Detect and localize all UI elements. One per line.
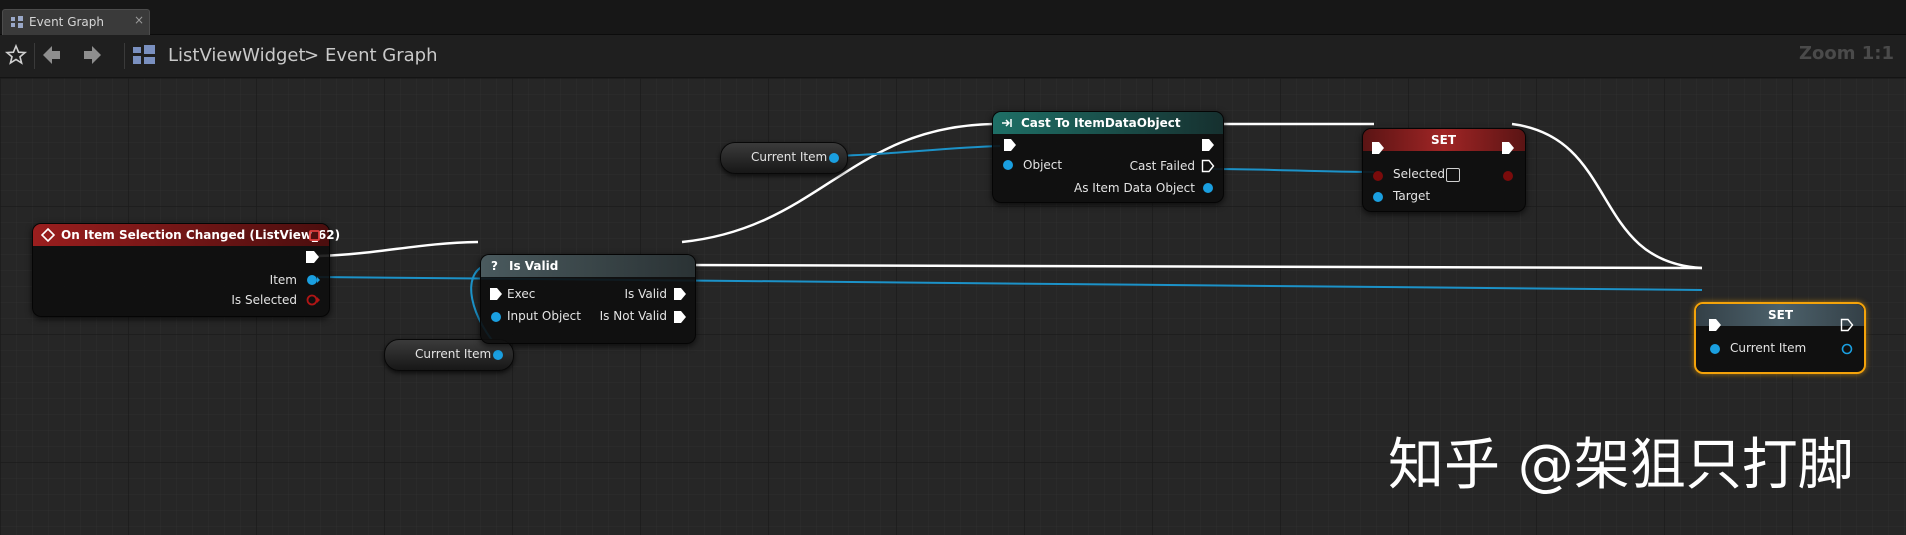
object-pin[interactable] <box>827 151 841 165</box>
exec-in-pin[interactable] <box>1708 318 1722 332</box>
tab-label: Event Graph <box>29 15 104 29</box>
exec-out-pin[interactable] <box>1501 141 1515 155</box>
graph-toolbar: ListViewWidget > Event Graph Zoom 1:1 <box>0 35 1906 78</box>
object-pin[interactable] <box>1001 158 1015 172</box>
exec-in-pin[interactable] <box>1371 141 1385 155</box>
object-pin[interactable] <box>489 310 503 324</box>
getter-label: Current Item <box>751 150 828 164</box>
zhihu-watermark: 知乎 @架狙只打脚 <box>1388 433 1854 498</box>
tab-event-graph[interactable]: Event Graph × <box>2 9 150 35</box>
set-current-item-node[interactable]: SET Current Item <box>1694 302 1866 374</box>
exec-out-pin[interactable] <box>1201 138 1215 152</box>
graph-icon <box>11 16 23 28</box>
cast-icon <box>1002 119 1012 127</box>
bool-out-pin[interactable] <box>1501 169 1515 183</box>
set-selected-node[interactable]: SET Selected Target <box>1362 128 1526 212</box>
object-wire <box>1209 168 1375 173</box>
event-node-item-selection-changed[interactable]: On Item Selection Changed (ListView_62) … <box>32 223 340 317</box>
question-icon: ? <box>491 259 498 273</box>
is-selected-pin-label: Is Selected <box>231 293 297 307</box>
forward-arrow-icon[interactable] <box>78 41 106 69</box>
object-pin[interactable] <box>1708 342 1722 356</box>
exec-out-pin[interactable] <box>673 310 687 324</box>
is-not-valid-pin-label: Is Not Valid <box>599 309 667 323</box>
exec-wire <box>1511 122 1703 270</box>
node-title: SET <box>1431 133 1457 147</box>
exec-in-pin[interactable] <box>1003 138 1017 152</box>
exec-out-pin-unconnected[interactable] <box>1840 318 1854 332</box>
bool-pin[interactable] <box>1371 169 1385 183</box>
exec-pin-label: Exec <box>507 287 536 301</box>
selected-pin-label: Selected <box>1393 167 1446 181</box>
object-out-pin-unconnected[interactable] <box>1840 342 1854 356</box>
node-title: SET <box>1768 308 1794 322</box>
item-pin-label: Item <box>269 273 297 287</box>
current-item-pin-label: Current Item <box>1730 341 1807 355</box>
star-icon[interactable] <box>2 41 30 69</box>
selected-checkbox[interactable] <box>1446 168 1460 182</box>
object-wire <box>833 145 1001 157</box>
toolbar-divider <box>34 43 35 69</box>
node-title: On Item Selection Changed (ListView_62) <box>61 228 341 242</box>
breadcrumb-separator: > <box>304 45 320 66</box>
object-pin[interactable] <box>1201 181 1215 195</box>
object-pin-label: Object <box>1023 158 1063 172</box>
exec-wire <box>317 240 479 258</box>
exec-wire <box>681 122 995 244</box>
cast-failed-pin-label: Cast Failed <box>1129 159 1195 173</box>
tab-close-icon[interactable]: × <box>134 13 144 27</box>
delegate-pin-icon[interactable] <box>309 230 321 242</box>
object-pin[interactable] <box>491 348 505 362</box>
toolbar-divider <box>124 43 125 69</box>
exec-wire <box>681 263 1703 270</box>
exec-out-pin-unconnected[interactable] <box>1201 159 1215 173</box>
breadcrumb-root[interactable]: ListViewWidget <box>168 45 306 66</box>
is-valid-pin-label: Is Valid <box>624 287 667 301</box>
input-object-pin-label: Input Object <box>507 309 581 323</box>
node-title: Cast To ItemDataObject <box>1021 116 1181 130</box>
getter-label: Current Item <box>415 347 492 361</box>
breadcrumb-current: Event Graph <box>325 45 438 66</box>
exec-out-pin[interactable] <box>305 250 321 264</box>
back-arrow-icon[interactable] <box>38 41 66 69</box>
cast-to-item-data-object-node[interactable]: Cast To ItemDataObject Object Cast Faile… <box>992 111 1224 203</box>
current-item-getter[interactable]: Current Item <box>720 142 848 174</box>
is-valid-node[interactable]: ? Is Valid Exec Input Object Is Valid Is… <box>480 254 696 344</box>
zoom-level: Zoom 1:1 <box>1798 43 1894 64</box>
node-title: Is Valid <box>509 259 559 273</box>
bool-pin[interactable] <box>305 293 321 307</box>
exec-out-pin[interactable] <box>673 287 687 301</box>
as-item-data-object-pin-label: As Item Data Object <box>1074 181 1195 195</box>
event-icon <box>41 228 55 242</box>
target-pin-label: Target <box>1393 189 1431 203</box>
object-pin[interactable] <box>305 273 321 287</box>
object-pin[interactable] <box>1371 190 1385 204</box>
blueprint-graph-icon <box>133 45 155 64</box>
tab-bar: Event Graph × <box>0 0 1906 35</box>
exec-in-pin[interactable] <box>489 287 503 301</box>
